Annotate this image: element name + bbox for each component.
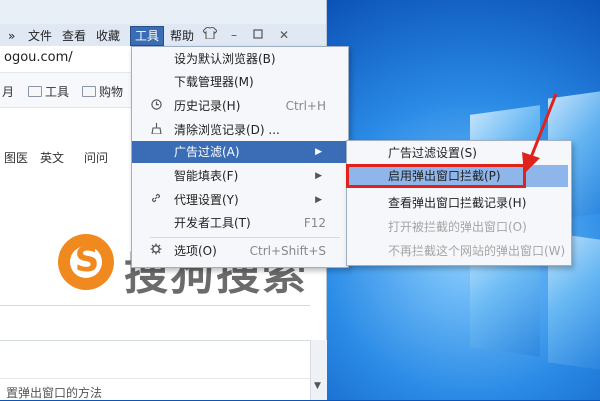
submenu-arrow-icon: ▶ — [315, 171, 322, 181]
menu-item-clear-history[interactable]: 清除浏览记录(D) ... — [132, 119, 346, 141]
menu-item-options[interactable]: 选项(O) Ctrl+Shift+S — [132, 240, 346, 262]
favorite-folder-shopping[interactable]: 购物 — [82, 83, 123, 100]
scrollbar[interactable] — [310, 340, 327, 400]
sogou-logo-letter: S — [74, 240, 100, 280]
link-icon — [150, 189, 162, 211]
menu-separator — [150, 237, 340, 238]
menu-item-label: 设为默认浏览器(B) — [174, 52, 276, 66]
nav-link-wenwen[interactable]: 问问 — [84, 149, 108, 166]
skin-icon[interactable] — [202, 26, 218, 43]
nav-link-english[interactable]: 英文 — [40, 149, 64, 166]
search-input[interactable] — [0, 305, 310, 341]
menu-item-download-manager[interactable]: 下载管理器(M) — [132, 71, 346, 93]
annotation-highlight-box — [346, 164, 526, 188]
submenu-item-unblock-site: 不再拦截这个网站的弹出窗口(W) — [348, 240, 568, 262]
submenu-item-label: 广告过滤设置(S) — [388, 146, 477, 160]
menu-item-label: 选项(O) — [174, 244, 217, 258]
scroll-down-icon[interactable]: ▼ — [314, 381, 321, 391]
favorite-item[interactable]: 月 — [2, 83, 14, 100]
menu-item-proxy-settings[interactable]: 代理设置(Y) ▶ — [132, 189, 346, 211]
menu-item-autofill[interactable]: 智能填表(F) ▶ — [132, 165, 346, 187]
submenu-item-label: 不再拦截这个网站的弹出窗口(W) — [388, 244, 566, 258]
menu-item-label: 下载管理器(M) — [174, 75, 254, 89]
browser-title-bar — [0, 0, 326, 24]
suggestion-text[interactable]: 置弹出窗口的方法 — [6, 384, 102, 401]
shortcut-label: Ctrl+Shift+S — [249, 244, 326, 258]
submenu-arrow-icon: ▶ — [315, 147, 322, 157]
menu-item-label: 清除浏览记录(D) ... — [174, 123, 280, 137]
menu-item-label: 智能填表(F) — [174, 169, 239, 183]
nav-link[interactable]: 图医 — [4, 149, 28, 166]
shortcut-label: F12 — [303, 216, 326, 230]
menu-favorites[interactable]: 收藏 — [92, 27, 124, 45]
broom-icon — [150, 119, 162, 141]
menu-item-developer-tools[interactable]: 开发者工具(T) F12 — [132, 212, 346, 234]
folder-icon — [82, 86, 96, 97]
menu-help[interactable]: 帮助 — [166, 27, 198, 45]
clock-icon — [150, 95, 162, 117]
maximize-icon[interactable] — [250, 27, 266, 43]
close-icon[interactable]: ✕ — [276, 27, 292, 43]
menu-item-set-default-browser[interactable]: 设为默认浏览器(B) — [132, 48, 346, 70]
submenu-item-open-blocked-popup: 打开被拦截的弹出窗口(O) — [348, 216, 568, 238]
submenu-item-label: 打开被拦截的弹出窗口(O) — [388, 220, 527, 234]
menu-item-label: 历史记录(H) — [174, 99, 241, 113]
gear-icon — [150, 240, 162, 262]
shortcut-label: Ctrl+H — [285, 99, 326, 113]
folder-icon — [28, 86, 42, 97]
submenu-item-label: 查看弹出窗口拦截记录(H) — [388, 196, 527, 210]
menu-item-ad-filter[interactable]: 广告过滤(A) ▶ — [132, 141, 346, 163]
address-text[interactable]: ogou.com/ — [4, 50, 73, 65]
favorite-folder-tools[interactable]: 工具 — [28, 83, 69, 100]
submenu-item-view-block-log[interactable]: 查看弹出窗口拦截记录(H) — [348, 192, 568, 214]
menu-item-history[interactable]: 历史记录(H) Ctrl+H — [132, 95, 346, 117]
menu-item-label: 广告过滤(A) — [174, 145, 240, 159]
menu-view[interactable]: 查看 — [58, 27, 90, 45]
submenu-item-ad-filter-settings[interactable]: 广告过滤设置(S) — [348, 142, 568, 164]
menu-file[interactable]: 文件 — [24, 27, 56, 45]
menu-tools[interactable]: 工具 — [130, 26, 165, 46]
menu-item-label: 开发者工具(T) — [174, 216, 251, 230]
submenu-arrow-icon: ▶ — [315, 195, 322, 205]
menu-overflow-button[interactable]: » — [4, 27, 19, 45]
minimize-button[interactable]: – — [226, 27, 242, 43]
menu-item-label: 代理设置(Y) — [174, 193, 239, 207]
